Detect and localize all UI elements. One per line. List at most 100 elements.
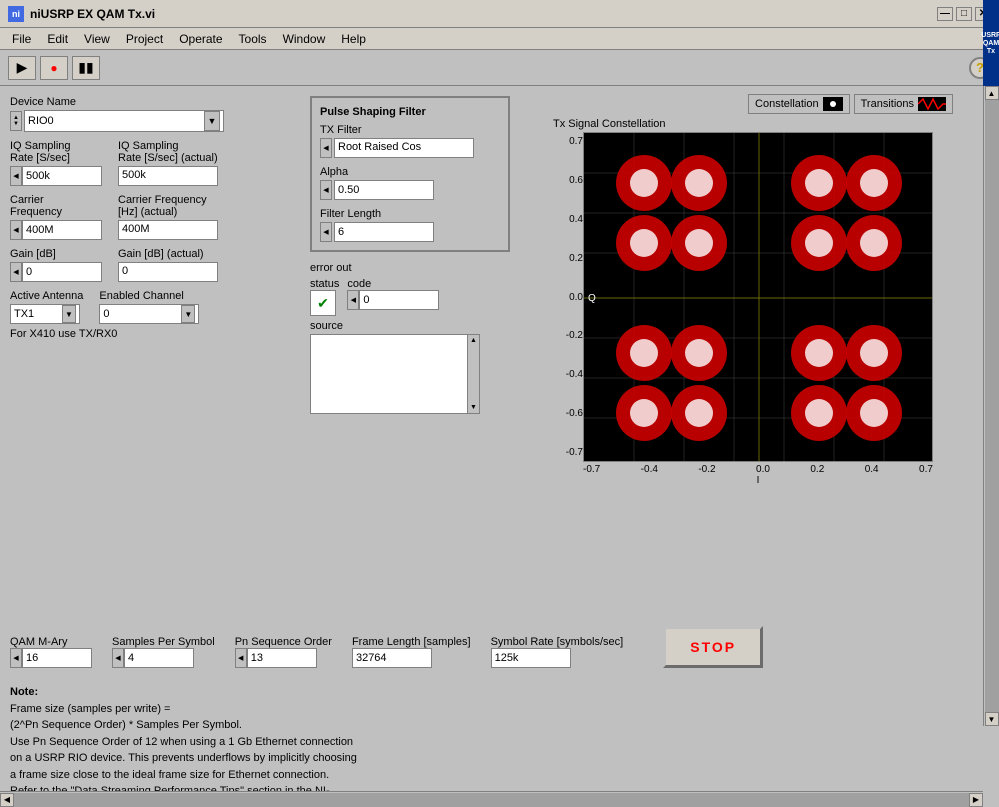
y-label-04: 0.4 [553, 214, 583, 225]
carrier-freq-input[interactable]: 400M [22, 220, 102, 240]
code-group: code ◀ 0 [347, 278, 439, 316]
x-label-00: 0.0 [756, 464, 770, 475]
symbol-rate-group: Symbol Rate [symbols/sec] 125k [491, 636, 624, 668]
app-icon: ni [8, 6, 24, 22]
source-scroll-down[interactable]: ▼ [470, 404, 477, 411]
stop-run-button[interactable]: ● [40, 56, 68, 80]
note-title: Note: [10, 686, 38, 698]
error-status-code-row: status ✔ code ◀ 0 [310, 278, 510, 316]
menu-operate[interactable]: Operate [171, 30, 230, 48]
active-antenna-group: Active Antenna TX1 ▼ [10, 290, 83, 324]
y-label-00: 0.0 [553, 292, 583, 303]
main-content: Device Name ▲ ▼ RIO0 ▼ IQ SamplingRate [… [0, 86, 983, 807]
iq-sampling-actual-group: IQ SamplingRate [S/sec] (actual) 500k [118, 140, 218, 186]
source-textarea[interactable]: ▲ ▼ [310, 334, 480, 414]
source-scroll-up[interactable]: ▲ [470, 337, 477, 344]
gain-input[interactable]: 0 [22, 262, 102, 282]
menu-file[interactable]: File [4, 30, 39, 48]
carrier-freq-actual-label: Carrier Frequency[Hz] (actual) [118, 194, 218, 218]
symbol-rate-input[interactable]: 125k [491, 648, 571, 668]
pulse-shaping-box: Pulse Shaping Filter TX Filter ◀ Root Ra… [310, 96, 510, 252]
code-input[interactable]: 0 [359, 290, 439, 310]
scroll-down-arrow[interactable]: ▼ [985, 712, 999, 726]
menu-project[interactable]: Project [118, 30, 171, 48]
device-spin[interactable]: ▲ ▼ [10, 111, 22, 131]
menu-tools[interactable]: Tools [231, 30, 275, 48]
qam-spin[interactable]: ◀ [10, 648, 22, 668]
x-label-neg02: -0.2 [698, 464, 715, 475]
pause-button[interactable]: ▮▮ [72, 56, 100, 80]
transitions-legend-label: Transitions [861, 98, 914, 110]
status-label: status [310, 278, 339, 290]
y-axis: 0.7 0.6 0.4 0.2 0.0 -0.2 -0.4 -0.6 -0.7 [553, 132, 583, 462]
gain-actual-group: Gain [dB] (actual) 0 [118, 248, 218, 282]
run-button[interactable]: ▶ [8, 56, 36, 80]
x-label-04: 0.4 [865, 464, 879, 475]
enabled-channel-dropdown[interactable]: 0 ▼ [99, 304, 199, 324]
code-spin[interactable]: ◀ [347, 290, 359, 310]
symbol-rate-label: Symbol Rate [symbols/sec] [491, 636, 624, 648]
h-scroll-track[interactable] [14, 793, 969, 807]
frame-length-group: Frame Length [samples] 32764 [352, 636, 471, 668]
antenna-dropdown-arrow[interactable]: ▼ [62, 305, 76, 323]
ni-badge: USRP QAM Tx [983, 0, 999, 86]
menu-view[interactable]: View [76, 30, 118, 48]
x-axis-label: I [583, 475, 933, 486]
filter-length-input[interactable]: 6 [334, 222, 434, 242]
menu-window[interactable]: Window [275, 30, 334, 48]
device-name-group: Device Name ▲ ▼ RIO0 ▼ [10, 96, 310, 132]
active-antenna-dropdown[interactable]: TX1 ▼ [10, 304, 80, 324]
code-label: code [347, 278, 439, 290]
y-label-neg04: -0.4 [553, 369, 583, 380]
iq-sampling-spin[interactable]: ◀ [10, 166, 22, 186]
error-out-title: error out [310, 262, 510, 274]
menu-help[interactable]: Help [333, 30, 374, 48]
iq-sampling-row: IQ SamplingRate [S/sec] ◀ 500k IQ Sampli… [10, 140, 310, 186]
qam-mary-group: QAM M-Ary ◀ 16 [10, 636, 92, 668]
gain-actual-display: 0 [118, 262, 218, 282]
gain-row: Gain [dB] ◀ 0 Gain [dB] (actual) 0 [10, 248, 310, 282]
horizontal-scrollbar[interactable]: ◀ ▶ [0, 791, 983, 807]
param-row: QAM M-Ary ◀ 16 Samples Per Symbol ◀ 4 Pn… [10, 626, 973, 668]
status-checkmark: ✔ [317, 295, 329, 312]
samples-spin[interactable]: ◀ [112, 648, 124, 668]
carrier-spin[interactable]: ◀ [10, 220, 22, 240]
constellation-legend-item: Constellation [748, 94, 850, 114]
plot-and-xaxis: Q -0.7 -0.4 -0.2 0.0 0.2 0.4 0.7 I [583, 132, 933, 486]
tx-filter-spin[interactable]: ◀ [320, 138, 332, 158]
y-label-neg02: -0.2 [553, 330, 583, 341]
iq-sampling-input[interactable]: 500k [22, 166, 102, 186]
pn-sequence-input[interactable]: 13 [247, 648, 317, 668]
frame-length-input[interactable]: 32764 [352, 648, 432, 668]
device-dropdown[interactable]: RIO0 ▼ [24, 110, 224, 132]
samples-per-symbol-input[interactable]: 4 [124, 648, 194, 668]
constellation-svg: Q [583, 132, 933, 462]
legend-row: Constellation Transitions [553, 94, 953, 114]
menu-bar: File Edit View Project Operate Tools Win… [0, 28, 999, 50]
device-dropdown-arrow: ▼ [204, 111, 220, 131]
vertical-scrollbar[interactable]: ▲ ▼ [983, 86, 999, 726]
scroll-right-arrow[interactable]: ▶ [969, 793, 983, 807]
gain-spin[interactable]: ◀ [10, 262, 22, 282]
filter-length-spin[interactable]: ◀ [320, 222, 332, 242]
maximize-button[interactable]: □ [956, 7, 972, 21]
channel-dropdown-arrow[interactable]: ▼ [181, 305, 195, 323]
scroll-track[interactable] [985, 100, 999, 712]
note-line-0: Frame size (samples per write) = [10, 703, 170, 715]
qam-mary-input[interactable]: 16 [22, 648, 92, 668]
samples-per-symbol-label: Samples Per Symbol [112, 636, 215, 648]
note-box: Note: Frame size (samples per write) = (… [10, 684, 973, 807]
menu-edit[interactable]: Edit [39, 30, 76, 48]
scroll-up-arrow[interactable]: ▲ [985, 86, 999, 100]
window-title: niUSRP EX QAM Tx.vi [30, 7, 934, 21]
scroll-left-arrow[interactable]: ◀ [0, 793, 14, 807]
y-label-07: 0.7 [553, 136, 583, 147]
alpha-spin[interactable]: ◀ [320, 180, 332, 200]
bottom-section: QAM M-Ary ◀ 16 Samples Per Symbol ◀ 4 Pn… [0, 616, 983, 807]
stop-button[interactable]: STOP [663, 626, 763, 668]
minimize-button[interactable]: — [937, 7, 953, 21]
alpha-input[interactable]: 0.50 [334, 180, 434, 200]
pn-spin[interactable]: ◀ [235, 648, 247, 668]
center-panel: Pulse Shaping Filter TX Filter ◀ Root Ra… [310, 96, 510, 414]
tx-filter-value[interactable]: Root Raised Cos [334, 138, 474, 158]
